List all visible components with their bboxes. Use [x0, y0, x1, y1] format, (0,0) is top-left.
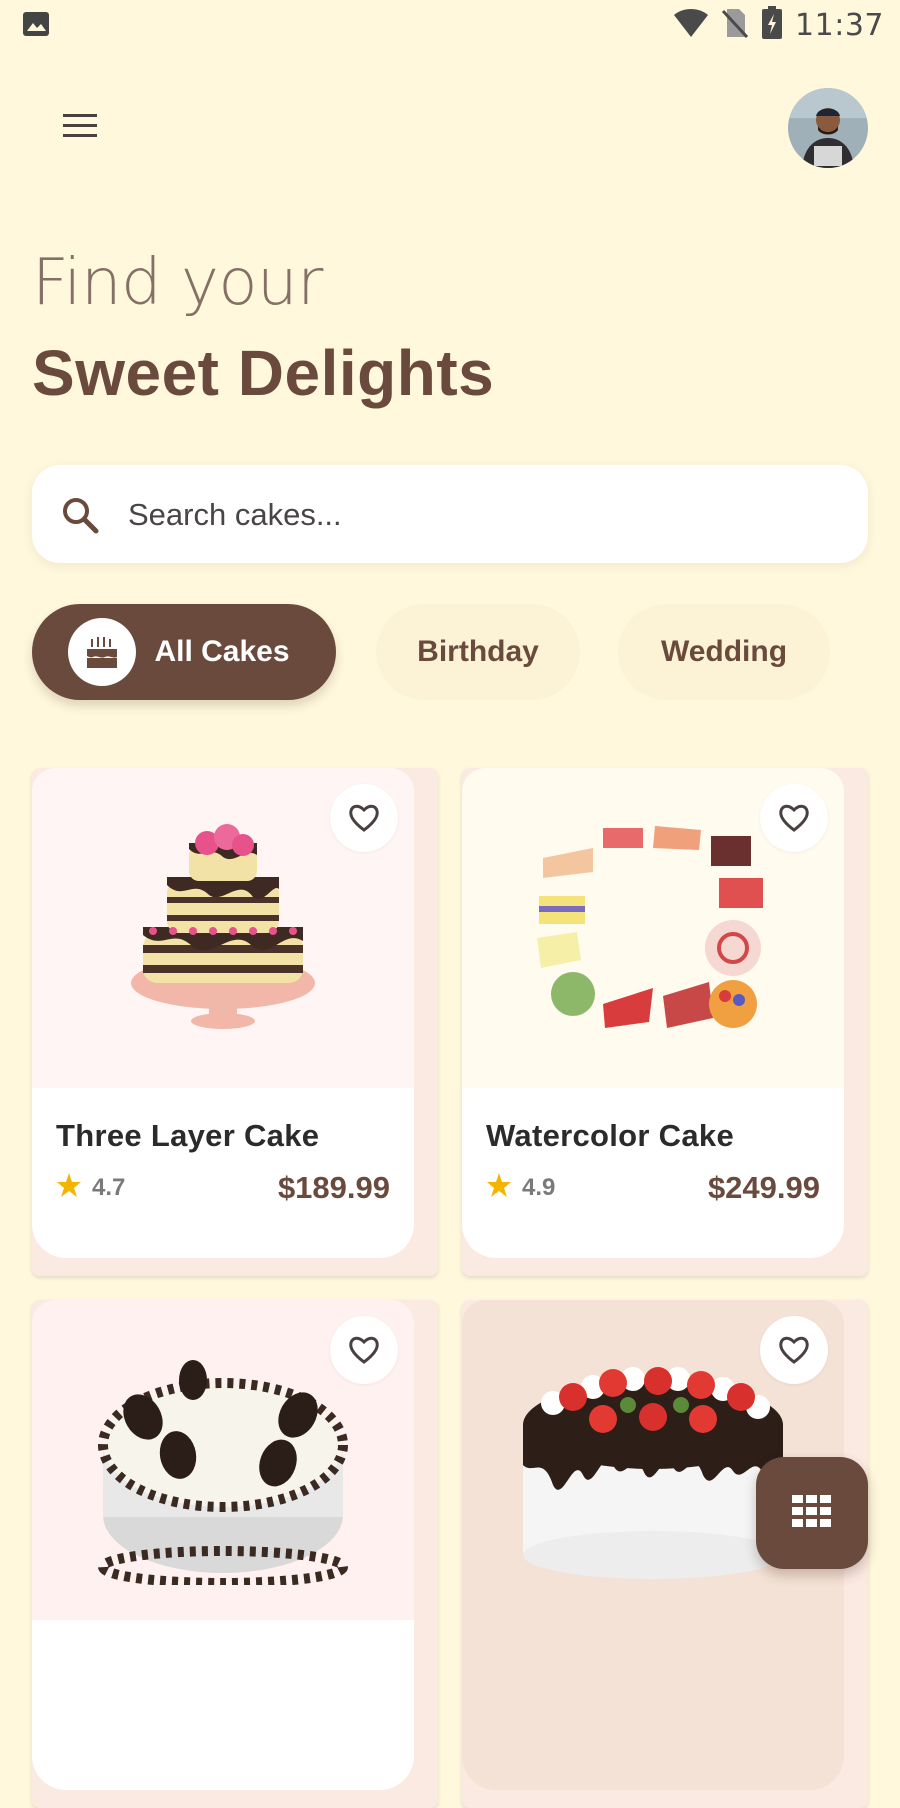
chip-birthday[interactable]: Birthday — [376, 604, 580, 700]
grid-view-button[interactable] — [756, 1457, 868, 1569]
star-icon — [486, 1172, 512, 1205]
grid-view-icon — [792, 1494, 832, 1532]
app-top-bar — [0, 80, 900, 172]
search-input[interactable] — [126, 489, 830, 541]
chip-label: Birthday — [417, 635, 539, 668]
product-price: $189.99 — [277, 1170, 390, 1205]
image-icon — [22, 11, 50, 42]
product-card[interactable]: Three Layer Cake 4.7 $189.99 — [32, 768, 438, 1276]
status-bar: 11:37 — [0, 0, 900, 48]
birthday-cake-icon — [68, 618, 137, 686]
product-card-body: Watercolor Cake 4.9 $249.99 — [462, 768, 844, 1258]
rating-value: 4.9 — [522, 1174, 556, 1201]
star-icon — [56, 1172, 82, 1205]
status-time: 11:37 — [795, 8, 884, 43]
no-sim-icon — [721, 7, 749, 44]
heart-icon[interactable] — [760, 784, 828, 852]
product-meta: 4.9 $249.99 — [486, 1166, 820, 1210]
chip-label: All Cakes — [154, 635, 290, 668]
chip-wedding[interactable]: Wedding — [618, 604, 830, 700]
product-price: $249.99 — [707, 1170, 820, 1205]
battery-charging-icon — [761, 6, 783, 45]
search-bar[interactable] — [32, 465, 868, 563]
product-meta: 4.7 $189.99 — [56, 1166, 390, 1210]
heart-icon[interactable] — [330, 1316, 398, 1384]
chip-label: Wedding — [660, 635, 788, 668]
product-card-body — [32, 1300, 414, 1790]
product-name: Three Layer Cake — [56, 1118, 320, 1153]
product-card[interactable] — [32, 1300, 438, 1808]
user-avatar[interactable] — [788, 88, 868, 168]
product-rating: 4.7 — [56, 1172, 125, 1205]
wifi-icon — [673, 8, 709, 43]
hero-subtitle: Find your — [32, 246, 323, 320]
product-name: Watercolor Cake — [486, 1118, 734, 1153]
product-card-body: Three Layer Cake 4.7 $189.99 — [32, 768, 414, 1258]
rating-value: 4.7 — [92, 1174, 126, 1201]
heart-icon[interactable] — [760, 1316, 828, 1384]
product-card[interactable]: Watercolor Cake 4.9 $249.99 — [462, 768, 868, 1276]
heart-icon[interactable] — [330, 784, 398, 852]
product-rating: 4.9 — [486, 1172, 555, 1205]
hamburger-menu-icon[interactable] — [50, 102, 110, 150]
hero-title: Sweet Delights — [32, 337, 495, 409]
search-icon — [60, 495, 100, 540]
chip-all-cakes[interactable]: All Cakes — [32, 604, 336, 700]
